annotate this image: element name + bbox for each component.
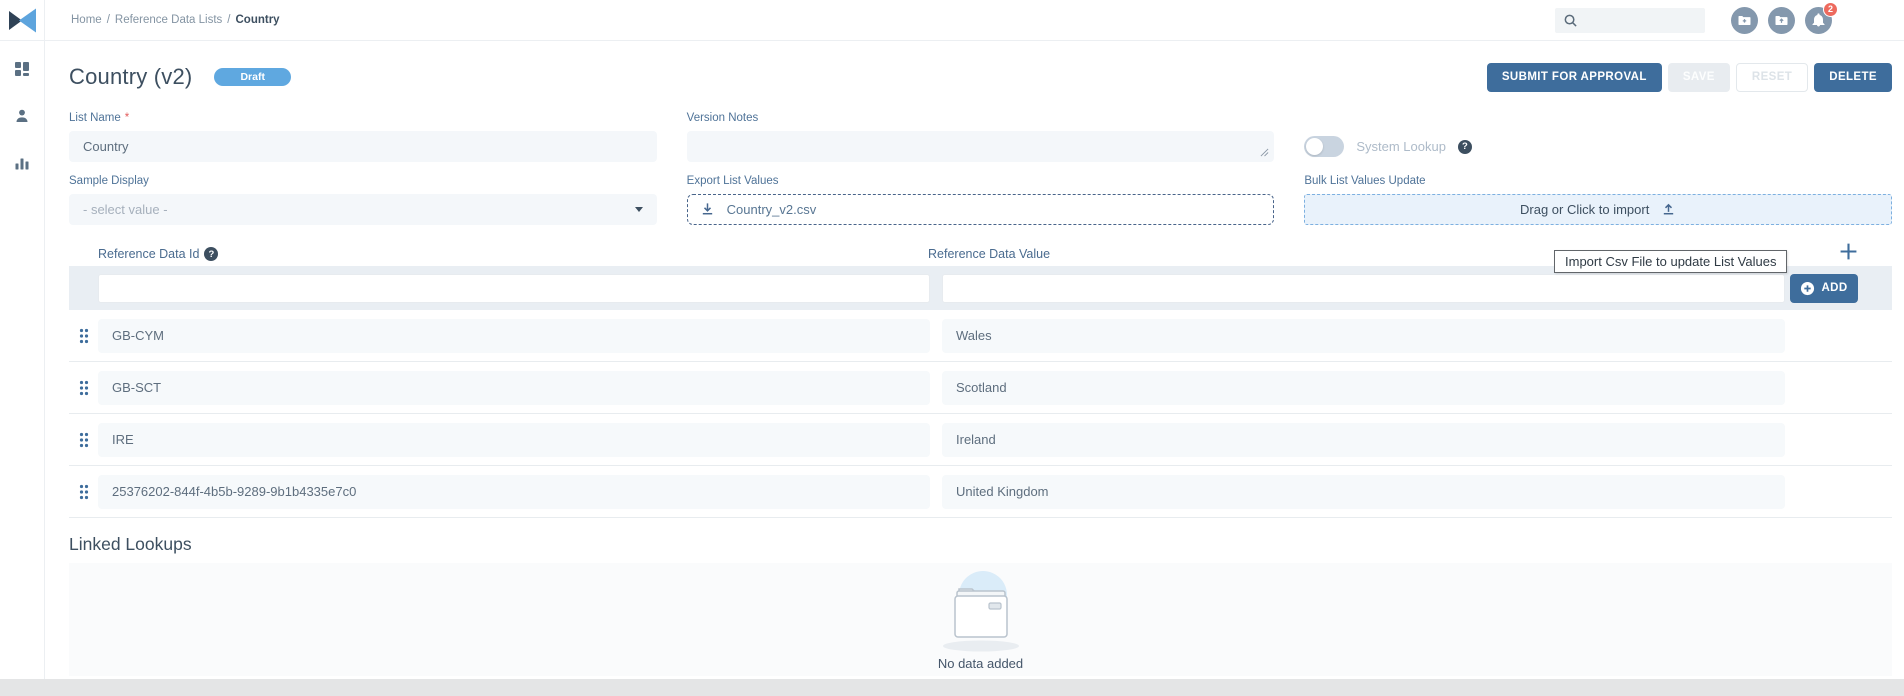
dashboard-icon <box>15 62 29 76</box>
page-header: Country (v2) Draft SUBMIT FOR APPROVAL S… <box>69 60 1892 94</box>
sidebar <box>0 41 45 679</box>
folder-upload-icon <box>1775 15 1788 25</box>
main-area: Country (v2) Draft SUBMIT FOR APPROVAL S… <box>45 41 1904 679</box>
import-folder-button[interactable] <box>1768 6 1795 34</box>
new-value-input[interactable] <box>942 273 1785 303</box>
global-search[interactable] <box>1555 7 1705 33</box>
column-header-reference-data-value: Reference Data Value <box>928 247 1051 261</box>
column-header-reference-data-id: Reference Data Id ? <box>98 247 913 261</box>
row-id-field[interactable] <box>98 318 930 353</box>
row-id-field[interactable] <box>98 370 930 405</box>
sidebar-item-reports[interactable] <box>11 152 33 174</box>
bulk-update-group: Bulk List Values Update Drag or Click to… <box>1304 174 1892 225</box>
drag-handle-icon[interactable] <box>69 328 98 344</box>
breadcrumb-country: Country <box>235 14 280 26</box>
system-lookup-help-icon[interactable]: ? <box>1457 139 1472 154</box>
bar-chart-icon <box>15 158 29 170</box>
breadcrumb-home[interactable]: Home <box>71 14 102 26</box>
export-list-group: Export List Values Country_v2.csv <box>686 174 1275 225</box>
linked-lookups-empty-state: No data added <box>69 563 1892 676</box>
notification-count-badge: 2 <box>1823 1 1838 17</box>
drag-handle-icon[interactable] <box>69 432 98 448</box>
bulk-import-dropzone[interactable]: Drag or Click to import <box>1304 194 1892 225</box>
breadcrumb-reference-data-lists[interactable]: Reference Data Lists <box>115 14 222 26</box>
table-row <box>69 414 1892 466</box>
header-buttons: SUBMIT FOR APPROVAL SAVE RESET DELETE <box>1486 62 1892 92</box>
window-bottom-edge <box>0 679 1904 696</box>
sidebar-item-dashboard[interactable] <box>11 58 33 80</box>
row-value-field[interactable] <box>942 422 1785 457</box>
notifications-button[interactable]: 2 <box>1805 1 1838 34</box>
version-notes-textarea[interactable] <box>686 131 1275 162</box>
plus-icon <box>1840 243 1857 260</box>
brand-x-icon <box>9 8 36 32</box>
dropzone-text: Drag or Click to import <box>1520 202 1650 217</box>
page-title: Country (v2) <box>69 64 193 89</box>
table-row <box>69 362 1892 414</box>
sample-display-group: Sample Display - select value - <box>69 174 657 225</box>
drag-handle-icon[interactable] <box>69 484 98 500</box>
list-name-label: List Name * <box>69 112 130 124</box>
empty-folder-icon <box>942 571 1019 652</box>
version-notes-group: Version Notes <box>686 111 1275 162</box>
search-input[interactable] <box>1584 13 1694 27</box>
app-logo[interactable] <box>0 0 45 41</box>
upload-icon <box>1664 203 1674 215</box>
add-row-plus-button[interactable] <box>1839 242 1858 266</box>
version-notes-label: Version Notes <box>686 112 759 124</box>
delete-button[interactable]: DELETE <box>1814 62 1892 92</box>
new-id-input[interactable] <box>98 273 930 303</box>
folder-plus-icon <box>1738 15 1751 25</box>
save-button[interactable]: SAVE <box>1667 62 1730 92</box>
toggle-knob <box>1306 138 1324 155</box>
submit-for-approval-button[interactable]: SUBMIT FOR APPROVAL <box>1486 62 1662 92</box>
list-details-form: List Name* Version Notes System Lookup ?… <box>69 111 1892 225</box>
sample-display-placeholder: - select value - <box>83 202 168 217</box>
required-asterisk: * <box>124 112 130 124</box>
breadcrumb: Home / Reference Data Lists / Country <box>71 14 280 26</box>
export-file-name: Country_v2.csv <box>726 202 817 217</box>
export-csv-link[interactable]: Country_v2.csv <box>686 194 1275 225</box>
search-icon <box>1564 14 1577 27</box>
topbar: Home / Reference Data Lists / Country 2 <box>0 0 1904 41</box>
table-row <box>69 466 1892 518</box>
row-id-field[interactable] <box>98 474 930 509</box>
add-button[interactable]: ADD <box>1790 273 1858 303</box>
plus-circle-icon <box>1801 281 1815 295</box>
system-lookup-label: System Lookup <box>1356 139 1446 154</box>
resize-handle-icon[interactable] <box>1260 148 1269 157</box>
user-icon <box>16 109 28 122</box>
status-badge: Draft <box>214 68 291 86</box>
empty-state-text: No data added <box>937 656 1024 671</box>
table-row <box>69 310 1892 362</box>
linked-lookups-title: Linked Lookups <box>69 534 192 554</box>
bell-icon <box>1812 12 1825 26</box>
topbar-actions: 2 <box>1555 1 1904 34</box>
list-name-input[interactable] <box>69 131 657 162</box>
chevron-down-icon <box>634 207 643 212</box>
row-value-field[interactable] <box>942 370 1785 405</box>
bulk-update-label: Bulk List Values Update <box>1304 175 1426 187</box>
system-lookup-toggle[interactable] <box>1304 136 1345 157</box>
sample-display-label: Sample Display <box>69 175 149 187</box>
create-folder-button[interactable] <box>1731 6 1758 34</box>
list-name-group: List Name * <box>69 111 657 162</box>
download-icon <box>702 203 712 215</box>
row-value-field[interactable] <box>942 474 1785 509</box>
system-lookup-group: System Lookup ? <box>1304 111 1892 162</box>
reset-button[interactable]: RESET <box>1735 62 1809 92</box>
sample-display-select[interactable]: - select value - <box>69 194 657 225</box>
row-value-field[interactable] <box>942 318 1785 353</box>
row-id-field[interactable] <box>98 422 930 457</box>
breadcrumb-separator: / <box>106 14 110 26</box>
drag-handle-icon[interactable] <box>69 380 98 396</box>
breadcrumb-separator: / <box>227 14 231 26</box>
import-csv-tooltip: Import Csv File to update List Values <box>1554 250 1788 273</box>
sidebar-item-users[interactable] <box>11 105 33 127</box>
export-list-label: Export List Values <box>686 175 779 187</box>
reference-data-id-help-icon[interactable]: ? <box>204 247 219 261</box>
